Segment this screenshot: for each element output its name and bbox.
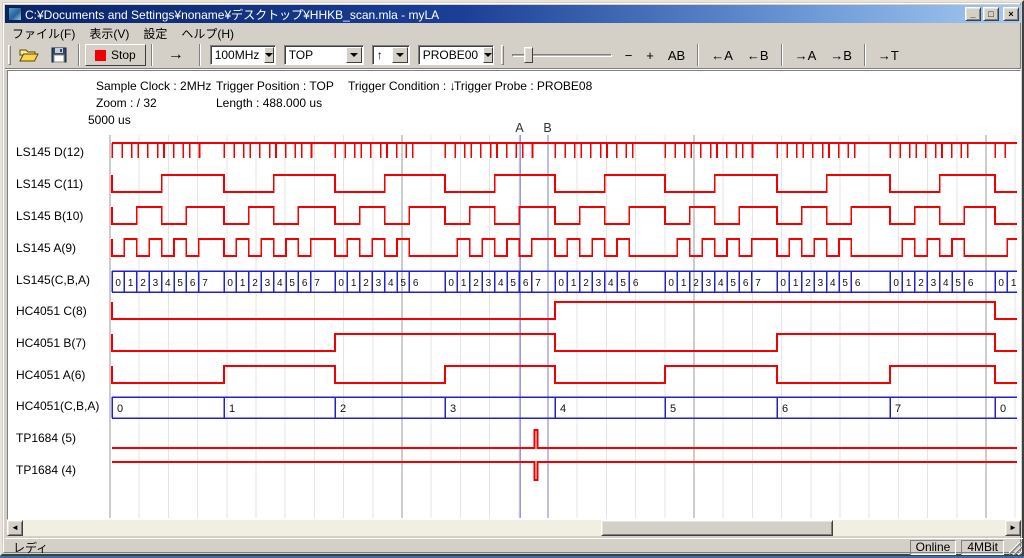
stop-button[interactable]: Stop (85, 44, 146, 66)
cursor-a-right-button[interactable]: →A (788, 44, 824, 66)
minimize-button[interactable]: _ (965, 7, 981, 21)
save-floppy-icon (51, 47, 67, 63)
separator (151, 44, 153, 66)
menu-item-file[interactable]: ファイル(F) (5, 23, 82, 44)
cursor-b-right-button[interactable]: →B (823, 44, 859, 66)
goto-trigger-button[interactable]: →T (871, 44, 906, 66)
channel-label: LS145 D(12) (16, 145, 84, 159)
online-indicator: Online (910, 540, 957, 555)
stop-label: Stop (111, 48, 136, 62)
channel-label: TP1684 (5) (16, 431, 76, 445)
scroll-left-button[interactable]: ◄ (7, 520, 23, 536)
trigger-edge-value: ↑ (373, 48, 391, 62)
stop-icon (95, 50, 106, 61)
zoom-in-button[interactable]: + (639, 44, 661, 66)
maximize-button[interactable]: □ (983, 7, 999, 21)
zoom-out-button[interactable]: − (618, 44, 640, 66)
separator (864, 44, 866, 66)
cursor-a-line[interactable] (519, 135, 521, 518)
menu-bar: ファイル(F)表示(V)設定ヘルプ(H) (5, 24, 1021, 42)
channel-label: HC4051 B(7) (16, 336, 86, 350)
channel-label: LS145 B(10) (16, 209, 83, 223)
zoom-ab-button[interactable]: AB (661, 44, 692, 66)
menu-item-help[interactable]: ヘルプ(H) (174, 23, 241, 44)
channel-label: LS145 A(9) (16, 241, 76, 255)
run-button[interactable]: → (158, 46, 194, 64)
trigger-position-value: TOP (285, 48, 345, 62)
cursor-b-left-button[interactable]: ←B (740, 44, 776, 66)
horizontal-scrollbar[interactable]: ◄ ► (7, 520, 1021, 536)
trigger-edge-combo[interactable]: ↑ (372, 45, 410, 65)
zoom-info: Zoom : / 32 (96, 96, 157, 110)
window-title: C:¥Documents and Settings¥noname¥デスクトップ¥… (25, 6, 961, 23)
chevron-down-icon[interactable] (392, 47, 408, 63)
resize-grip[interactable] (1009, 542, 1022, 555)
zoom-slider[interactable] (512, 45, 612, 65)
title-bar: C:¥Documents and Settings¥noname¥デスクトップ¥… (5, 5, 1021, 23)
status-text: レディ (5, 539, 910, 556)
channel-label: HC4051 A(6) (16, 368, 85, 382)
scrollbar-thumb[interactable] (601, 520, 833, 536)
chevron-down-icon[interactable] (264, 47, 274, 63)
trigger-probe-info: Trigger Probe : PROBE08 (454, 79, 592, 93)
sample-clock-combo[interactable]: 100MHz (210, 45, 276, 65)
toolbar-grip (8, 45, 11, 65)
trigger-position-info: Trigger Position : TOP (216, 79, 334, 93)
memory-indicator: 4MBit (961, 540, 1004, 555)
trigger-position-combo[interactable]: TOP (284, 45, 364, 65)
status-bar: レディ Online 4MBit (5, 538, 1023, 555)
chevron-down-icon[interactable] (346, 47, 362, 63)
toolbar: Stop → 100MHz TOP ↑ PROBE00 − + AB ←A (5, 42, 1021, 69)
app-window: C:¥Documents and Settings¥noname¥デスクトップ¥… (0, 0, 1024, 556)
scroll-right-button[interactable]: ► (1005, 520, 1021, 536)
menu-item-view[interactable]: 表示(V) (82, 23, 136, 44)
trigger-condition-info: Trigger Condition : ↓ (348, 79, 456, 93)
cursor-a-left-button[interactable]: ←A (704, 44, 740, 66)
app-icon (8, 7, 22, 21)
probe-value: PROBE00 (419, 48, 482, 62)
open-folder-icon (19, 47, 39, 63)
waveform-area (7, 70, 1021, 520)
channel-label: TP1684 (4) (16, 463, 76, 477)
toolbar-grip (501, 45, 504, 65)
sample-clock-info: Sample Clock : 2MHz (96, 79, 211, 93)
open-file-button[interactable] (13, 43, 45, 67)
chevron-down-icon[interactable] (483, 47, 493, 63)
probe-combo[interactable]: PROBE00 (418, 45, 494, 65)
cursor-b-line[interactable] (547, 135, 549, 518)
channel-label: HC4051 C(8) (16, 304, 87, 318)
close-button[interactable]: × (1003, 7, 1019, 21)
separator (697, 44, 699, 66)
channel-label: LS145 C(11) (16, 177, 83, 191)
separator (78, 44, 80, 66)
separator (199, 44, 201, 66)
menu-item-settings[interactable]: 設定 (136, 23, 174, 44)
time-scale-label: 5000 us (88, 113, 131, 127)
length-info: Length : 488.000 us (216, 96, 322, 110)
zoom-slider-thumb[interactable] (524, 47, 533, 63)
separator (781, 44, 783, 66)
sample-clock-value: 100MHz (211, 48, 264, 62)
channel-label: HC4051(C,B,A) (16, 399, 99, 413)
save-file-button[interactable] (45, 43, 73, 67)
channel-label: LS145(C,B,A) (16, 273, 90, 287)
